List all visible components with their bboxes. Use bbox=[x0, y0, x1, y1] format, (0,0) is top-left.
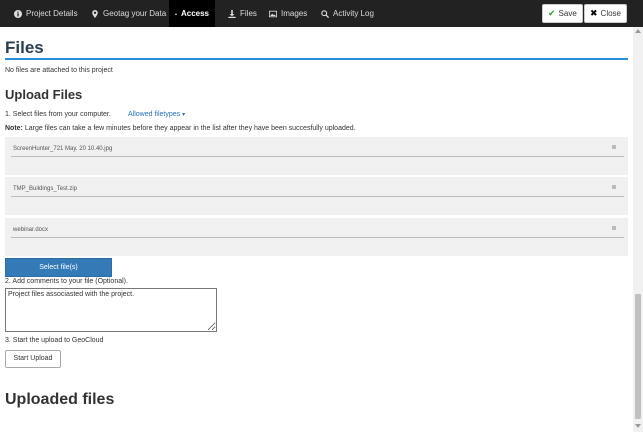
top-nav-bar: Project Details Geotag your Data Access … bbox=[0, 0, 643, 27]
upload-note: Note: Large files can take a few minutes… bbox=[5, 125, 356, 132]
file-item: TMP_Buildings_Test.zip bbox=[5, 177, 628, 215]
scrollbar-thumb[interactable] bbox=[635, 294, 641, 419]
save-button[interactable]: ✔ Save bbox=[542, 4, 583, 23]
info-icon bbox=[14, 9, 22, 18]
no-files-text: No files are attached to this project bbox=[5, 67, 113, 74]
allowed-filetypes-link[interactable]: Allowed filetypes ▾ bbox=[128, 111, 185, 118]
lock-icon bbox=[175, 12, 177, 15]
tab-label: Access bbox=[180, 9, 209, 18]
file-name: ScreenHunter_721 May. 20 10.40.jpg bbox=[13, 146, 113, 152]
tab-label: Geotag your Data bbox=[103, 9, 167, 18]
file-item: ScreenHunter_721 May. 20 10.40.jpg bbox=[5, 137, 628, 175]
tab-images[interactable]: Images bbox=[263, 0, 313, 27]
tab-geotag[interactable]: Geotag your Data bbox=[85, 0, 172, 27]
search-icon bbox=[321, 9, 329, 18]
progress-track bbox=[11, 237, 624, 238]
tab-files[interactable]: Files bbox=[222, 0, 263, 27]
remove-file-icon[interactable] bbox=[612, 226, 616, 230]
file-name: webinar.docx bbox=[13, 227, 49, 233]
step3-text: 3. Start the upload to GeoCloud bbox=[5, 337, 104, 344]
download-icon bbox=[228, 9, 236, 18]
comments-textarea[interactable]: Project files associasted with the proje… bbox=[5, 288, 217, 332]
save-label: Save bbox=[558, 9, 577, 18]
close-label: Close bbox=[600, 9, 621, 18]
tab-access[interactable]: Access bbox=[169, 0, 215, 27]
caret-down-icon: ▾ bbox=[182, 112, 186, 118]
close-icon: ✖ bbox=[590, 8, 598, 18]
tab-label: Images bbox=[281, 9, 308, 18]
progress-track bbox=[11, 156, 624, 157]
remove-file-icon[interactable] bbox=[612, 145, 616, 149]
check-icon: ✔ bbox=[548, 8, 556, 18]
map-marker-icon bbox=[92, 9, 98, 18]
close-button[interactable]: ✖ Close bbox=[584, 4, 627, 23]
note-label: Note: bbox=[5, 125, 23, 132]
scroll-up-arrow-icon[interactable] bbox=[635, 29, 641, 33]
upload-files-heading: Upload Files bbox=[5, 87, 83, 102]
tab-label: Files bbox=[240, 9, 257, 18]
step2-text: 2. Add comments to your file (Optional). bbox=[5, 278, 128, 285]
tab-label: Activity Log bbox=[333, 9, 374, 18]
files-heading: Files bbox=[5, 38, 44, 57]
select-files-button[interactable]: Select file(s) bbox=[5, 258, 112, 277]
tab-project-details[interactable]: Project Details bbox=[8, 0, 84, 27]
allowed-filetypes-label: Allowed filetypes bbox=[128, 111, 181, 118]
tab-activity-log[interactable]: Activity Log bbox=[315, 0, 380, 27]
note-text: Large files can take a few minutes befor… bbox=[22, 125, 356, 132]
heading-divider bbox=[5, 58, 628, 60]
uploaded-files-heading: Uploaded files bbox=[5, 391, 115, 408]
file-name: TMP_Buildings_Test.zip bbox=[13, 186, 78, 192]
remove-file-icon[interactable] bbox=[612, 185, 616, 189]
step1-text: 1. Select files from your computer. bbox=[5, 111, 111, 118]
scroll-down-arrow-icon[interactable] bbox=[635, 424, 641, 428]
tab-label: Project Details bbox=[26, 9, 78, 18]
start-upload-button[interactable]: Start Upload bbox=[5, 350, 61, 368]
file-item: webinar.docx bbox=[5, 218, 628, 256]
progress-track bbox=[11, 196, 624, 197]
image-icon bbox=[269, 10, 277, 17]
